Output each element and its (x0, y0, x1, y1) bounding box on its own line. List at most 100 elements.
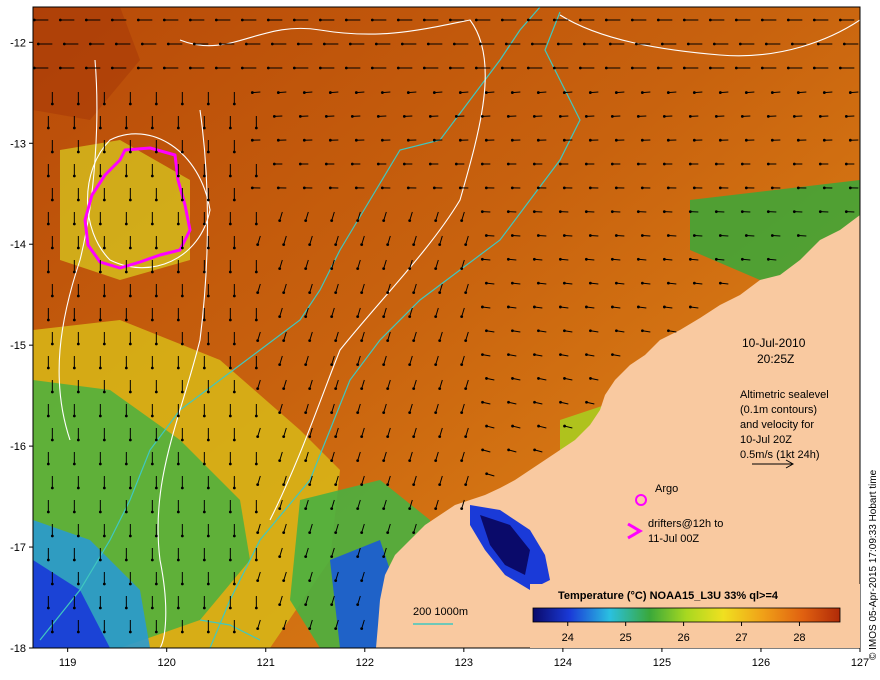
velocity-arrow-head (256, 387, 260, 390)
velocity-arrow-head (176, 270, 180, 274)
velocity-arrow-head (76, 294, 80, 298)
velocity-arrow-head (228, 222, 232, 226)
velocity-arrow-head (254, 414, 258, 418)
velocity-arrow-head (232, 198, 236, 202)
velocity-arrow-head (334, 339, 338, 342)
velocity-arrow-head (124, 510, 128, 514)
velocity-arrow-head (244, 42, 248, 46)
velocity-arrow-head (192, 42, 196, 46)
velocity-arrow-head (507, 400, 510, 404)
velocity-arrow-head (464, 435, 468, 438)
velocity-arrow-head (610, 210, 614, 214)
velocity-arrow-head (304, 603, 308, 606)
velocity-arrow-head (764, 42, 768, 46)
velocity-arrow-head (734, 66, 738, 70)
velocity-arrow-head (532, 210, 536, 214)
velocity-arrow-head (256, 531, 260, 534)
velocity-arrow-head (578, 18, 582, 22)
velocity-arrow-head (150, 126, 154, 130)
velocity-arrow-head (480, 162, 484, 166)
velocity-arrow-head (792, 114, 796, 118)
velocity-arrow-head (304, 267, 308, 270)
velocity-arrow-head (282, 339, 286, 342)
velocity-arrow-head (386, 339, 390, 342)
velocity-arrow-head (72, 414, 76, 418)
velocity-arrow-head (374, 42, 378, 46)
velocity-arrow-head (662, 162, 666, 166)
velocity-arrow-head (438, 243, 442, 246)
velocity-arrow-head (712, 42, 716, 46)
velocity-arrow-head (202, 126, 206, 130)
velocity-arrow-head (718, 186, 722, 190)
velocity-arrow-head (611, 305, 614, 309)
velocity-arrow-head (458, 186, 462, 190)
velocity-arrow-head (72, 126, 76, 130)
velocity-arrow-head (533, 305, 536, 309)
velocity-arrow-head (180, 486, 184, 490)
velocity-arrow-head (250, 186, 254, 190)
velocity-arrow-head (460, 411, 464, 414)
velocity-arrow-head (562, 234, 566, 237)
velocity-arrow-head (790, 42, 794, 46)
velocity-arrow-head (150, 270, 154, 274)
velocity-arrow-head (240, 18, 244, 22)
velocity-arrow-head (354, 91, 358, 94)
velocity-arrow-head (102, 534, 106, 538)
velocity-arrow-head (458, 138, 462, 142)
velocity-arrow-head (124, 606, 128, 610)
velocity-arrow-head (302, 186, 306, 190)
velocity-arrow-head (504, 42, 508, 46)
velocity-arrow-head (692, 138, 696, 142)
velocity-arrow-head (584, 114, 588, 118)
argo-label: Argo (655, 483, 678, 495)
velocity-arrow-head (318, 18, 322, 22)
velocity-arrow-head (511, 377, 514, 380)
velocity-arrow-head (356, 267, 360, 270)
velocity-arrow-head (324, 162, 328, 166)
velocity-arrow-head (610, 162, 614, 166)
velocity-arrow-head (708, 66, 712, 70)
velocity-arrow-head (128, 438, 132, 442)
velocity-arrow-head (692, 91, 696, 94)
velocity-arrow-head (478, 42, 482, 46)
velocity-arrow-head (218, 42, 222, 46)
velocity-arrow-head (206, 390, 210, 394)
velocity-arrow-head (278, 507, 282, 510)
velocity-arrow-head (324, 114, 328, 118)
velocity-arrow-head (770, 91, 774, 94)
velocity-arrow-head (254, 270, 258, 274)
velocity-arrow-head (322, 42, 326, 46)
colorbar-title: Temperature (°C) NOAA15_L3U 33% ql>=4 (558, 590, 779, 602)
velocity-arrow-head (202, 174, 206, 178)
velocity-arrow-head (360, 579, 364, 582)
velocity-arrow-head (50, 486, 54, 490)
velocity-arrow-head (480, 114, 484, 118)
x-tick-label: 121 (257, 657, 275, 669)
velocity-arrow-head (611, 353, 614, 356)
velocity-arrow-head (402, 114, 406, 118)
velocity-arrow-head (480, 257, 484, 261)
velocity-arrow-head (500, 18, 504, 22)
velocity-arrow-head (76, 534, 80, 538)
velocity-arrow-head (438, 435, 442, 438)
velocity-arrow-head (254, 318, 258, 322)
velocity-arrow-head (180, 102, 184, 106)
velocity-arrow-head (448, 18, 452, 22)
velocity-arrow-head (562, 138, 566, 142)
velocity-arrow-head (128, 534, 132, 538)
velocity-arrow-head (382, 219, 386, 222)
velocity-arrow-head (422, 18, 426, 22)
velocity-arrow-head (507, 305, 510, 309)
velocity-arrow-head (58, 66, 62, 70)
velocity-arrow-head (302, 138, 306, 142)
x-tick-label: 119 (59, 657, 77, 669)
velocity-arrow-head (792, 210, 796, 214)
velocity-arrow-head (228, 558, 232, 562)
velocity-arrow-head (360, 627, 364, 630)
velocity-arrow-head (356, 411, 360, 414)
velocity-arrow-head (641, 329, 644, 333)
velocity-arrow-head (460, 267, 464, 270)
velocity-arrow-head (402, 162, 406, 166)
colorbar: Temperature (°C) NOAA15_L3U 33% ql>=4 24… (530, 584, 860, 648)
velocity-arrow-head (662, 114, 666, 118)
